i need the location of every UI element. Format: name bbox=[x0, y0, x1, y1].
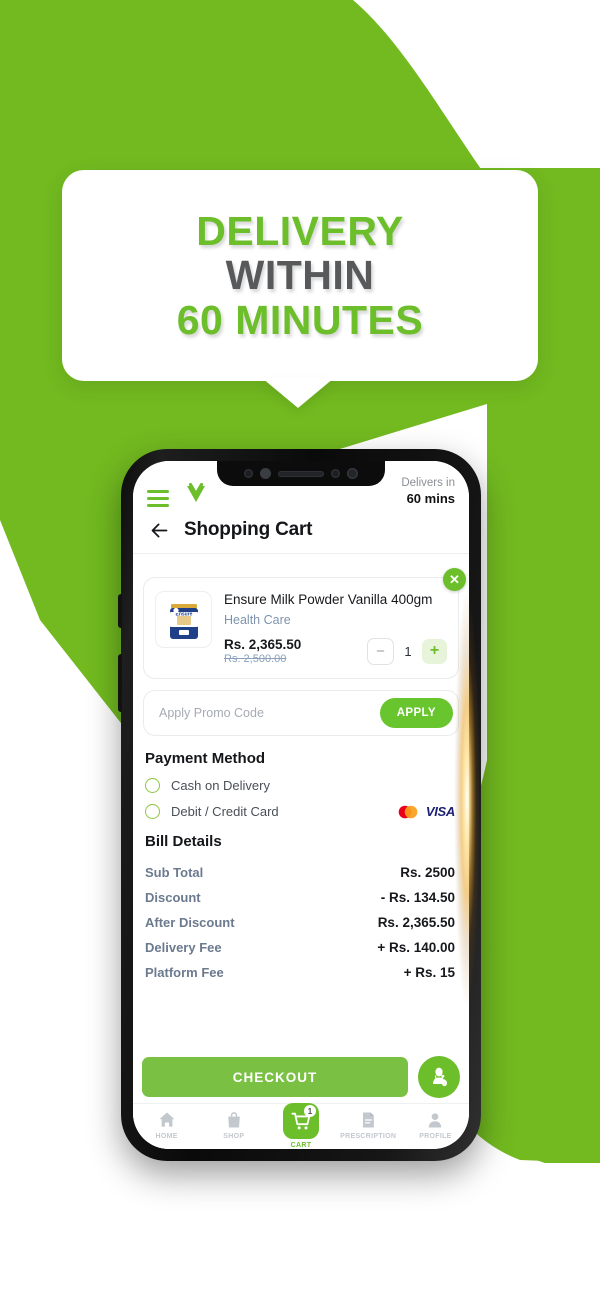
bill-value: Rs. 2,365.50 bbox=[377, 915, 455, 931]
quantity-decrement-button[interactable]: − bbox=[367, 637, 394, 665]
phone-notch bbox=[217, 461, 385, 486]
quantity-stepper: − 1 + bbox=[367, 637, 447, 665]
bill-label: Platform Fee bbox=[145, 965, 224, 981]
cart-item-card: ✕ Ensure Ensure Milk Powder Vanilla 400g… bbox=[143, 568, 466, 680]
bill-details-list: Sub Total Rs. 2500 Discount - Rs. 134.50… bbox=[145, 860, 455, 985]
cart-content: ✕ Ensure Ensure Milk Powder Vanilla 400g… bbox=[133, 565, 469, 1149]
bill-details-heading: Bill Details bbox=[145, 833, 222, 851]
svg-text:Ensure: Ensure bbox=[175, 611, 192, 617]
bill-value: + Rs. 140.00 bbox=[377, 940, 455, 956]
apply-promo-button[interactable]: APPLY bbox=[379, 698, 453, 729]
notch-front-camera-icon bbox=[347, 468, 358, 479]
phone-screen: Delivers in 60 mins Shopping Cart ✕ Ensu… bbox=[133, 461, 469, 1149]
checkout-bar: CHECKOUT bbox=[133, 1051, 469, 1103]
cart-badge: 1 bbox=[304, 1105, 316, 1117]
brand-v-logo-icon bbox=[183, 481, 209, 507]
payment-option-debit-credit-card[interactable]: Debit / Credit Card VISA bbox=[145, 804, 469, 820]
notch-speaker-grille bbox=[278, 470, 324, 477]
back-arrow-icon[interactable] bbox=[149, 520, 170, 541]
bill-value: + Rs. 15 bbox=[403, 965, 455, 981]
nav-item-cart[interactable]: 1 CART bbox=[267, 1103, 334, 1149]
product-price-original: Rs. 2,500.00 bbox=[224, 653, 287, 666]
bottom-navigation-bar: HOME SHOP 1 CART PRESCRIPTION PROFILE bbox=[133, 1103, 469, 1149]
bill-label: Delivery Fee bbox=[145, 940, 222, 956]
quantity-value: 1 bbox=[404, 643, 412, 659]
product-category: Health Care bbox=[224, 613, 291, 628]
quantity-increment-button[interactable]: + bbox=[422, 638, 447, 664]
payment-option-label: Debit / Credit Card bbox=[171, 804, 279, 820]
hamburger-menu-icon[interactable] bbox=[147, 490, 169, 507]
delivery-info: Delivers in 60 mins bbox=[401, 476, 455, 507]
radio-icon[interactable] bbox=[145, 804, 160, 820]
bill-value: Rs. 2500 bbox=[400, 865, 455, 881]
bill-label: Sub Total bbox=[145, 865, 204, 881]
promo-banner-pointer bbox=[262, 378, 334, 408]
shopping-bag-icon bbox=[227, 1112, 240, 1128]
support-agent-call-icon[interactable] bbox=[418, 1056, 460, 1098]
nav-label: PROFILE bbox=[419, 1133, 452, 1140]
bill-row: Discount - Rs. 134.50 bbox=[145, 885, 455, 910]
promo-code-input[interactable] bbox=[157, 705, 380, 722]
payment-option-label: Cash on Delivery bbox=[171, 778, 270, 794]
phone-side-button-volume bbox=[118, 594, 122, 628]
nav-label: HOME bbox=[155, 1133, 178, 1140]
radio-icon[interactable] bbox=[145, 778, 160, 794]
payment-method-heading: Payment Method bbox=[145, 750, 266, 768]
nav-item-profile[interactable]: PROFILE bbox=[402, 1110, 469, 1140]
price-and-quantity-row: Rs. 2,365.50 Rs. 2,500.00 − 1 + bbox=[224, 637, 447, 665]
product-info: Ensure Milk Powder Vanilla 400gm Health … bbox=[224, 591, 447, 665]
product-name: Ensure Milk Powder Vanilla 400gm bbox=[224, 592, 433, 607]
nav-label: CART bbox=[290, 1142, 312, 1149]
nav-item-home[interactable]: HOME bbox=[133, 1110, 200, 1140]
promo-code-row: APPLY bbox=[143, 690, 459, 737]
bill-row: After Discount Rs. 2,365.50 bbox=[145, 910, 455, 935]
page-title-bar: Shopping Cart bbox=[133, 511, 469, 554]
person-icon bbox=[429, 1113, 442, 1128]
delivery-label: Delivers in bbox=[401, 477, 455, 490]
product-price-current: Rs. 2,365.50 bbox=[224, 637, 302, 653]
phone-mockup: Delivers in 60 mins Shopping Cart ✕ Ensu… bbox=[118, 449, 481, 1161]
bill-row: Sub Total Rs. 2500 bbox=[145, 860, 455, 885]
page-title: Shopping Cart bbox=[184, 519, 313, 540]
nav-label: SHOP bbox=[223, 1133, 245, 1140]
payment-option-cash-on-delivery[interactable]: Cash on Delivery bbox=[145, 778, 469, 794]
product-image-ensure-tin: Ensure bbox=[155, 591, 212, 648]
bill-row: Delivery Fee + Rs. 140.00 bbox=[145, 935, 455, 960]
card-logos: VISA bbox=[397, 804, 455, 819]
promo-banner: DELIVERY WITHIN 60 MINUTES bbox=[62, 170, 538, 381]
nav-item-shop[interactable]: SHOP bbox=[200, 1110, 267, 1140]
bill-row: Platform Fee + Rs. 15 bbox=[145, 960, 455, 985]
delivery-value: 60 mins bbox=[406, 490, 455, 506]
mastercard-icon bbox=[397, 805, 419, 819]
prescription-document-icon bbox=[363, 1112, 375, 1128]
notch-sensor-icon bbox=[331, 469, 340, 478]
bill-label: After Discount bbox=[145, 915, 235, 931]
notch-sensor-icon bbox=[244, 469, 253, 478]
promo-line-60-minutes: 60 MINUTES bbox=[176, 296, 424, 343]
home-icon bbox=[159, 1112, 175, 1127]
visa-icon: VISA bbox=[425, 804, 455, 820]
notch-proximity-icon bbox=[260, 468, 271, 479]
nav-item-prescription[interactable]: PRESCRIPTION bbox=[335, 1110, 402, 1140]
cart-tile[interactable]: 1 bbox=[283, 1103, 319, 1139]
price-block: Rs. 2,365.50 Rs. 2,500.00 bbox=[224, 637, 367, 665]
nav-label: PRESCRIPTION bbox=[340, 1133, 397, 1140]
bill-label: Discount bbox=[145, 890, 201, 906]
bill-value: - Rs. 134.50 bbox=[380, 890, 455, 906]
phone-side-button-power bbox=[118, 654, 122, 712]
phone-body: Delivers in 60 mins Shopping Cart ✕ Ensu… bbox=[118, 449, 481, 1161]
promo-line-within: WITHIN bbox=[225, 252, 375, 299]
checkout-button[interactable]: CHECKOUT bbox=[142, 1057, 408, 1097]
remove-item-button[interactable]: ✕ bbox=[443, 568, 466, 591]
promo-line-delivery: DELIVERY bbox=[196, 207, 404, 254]
